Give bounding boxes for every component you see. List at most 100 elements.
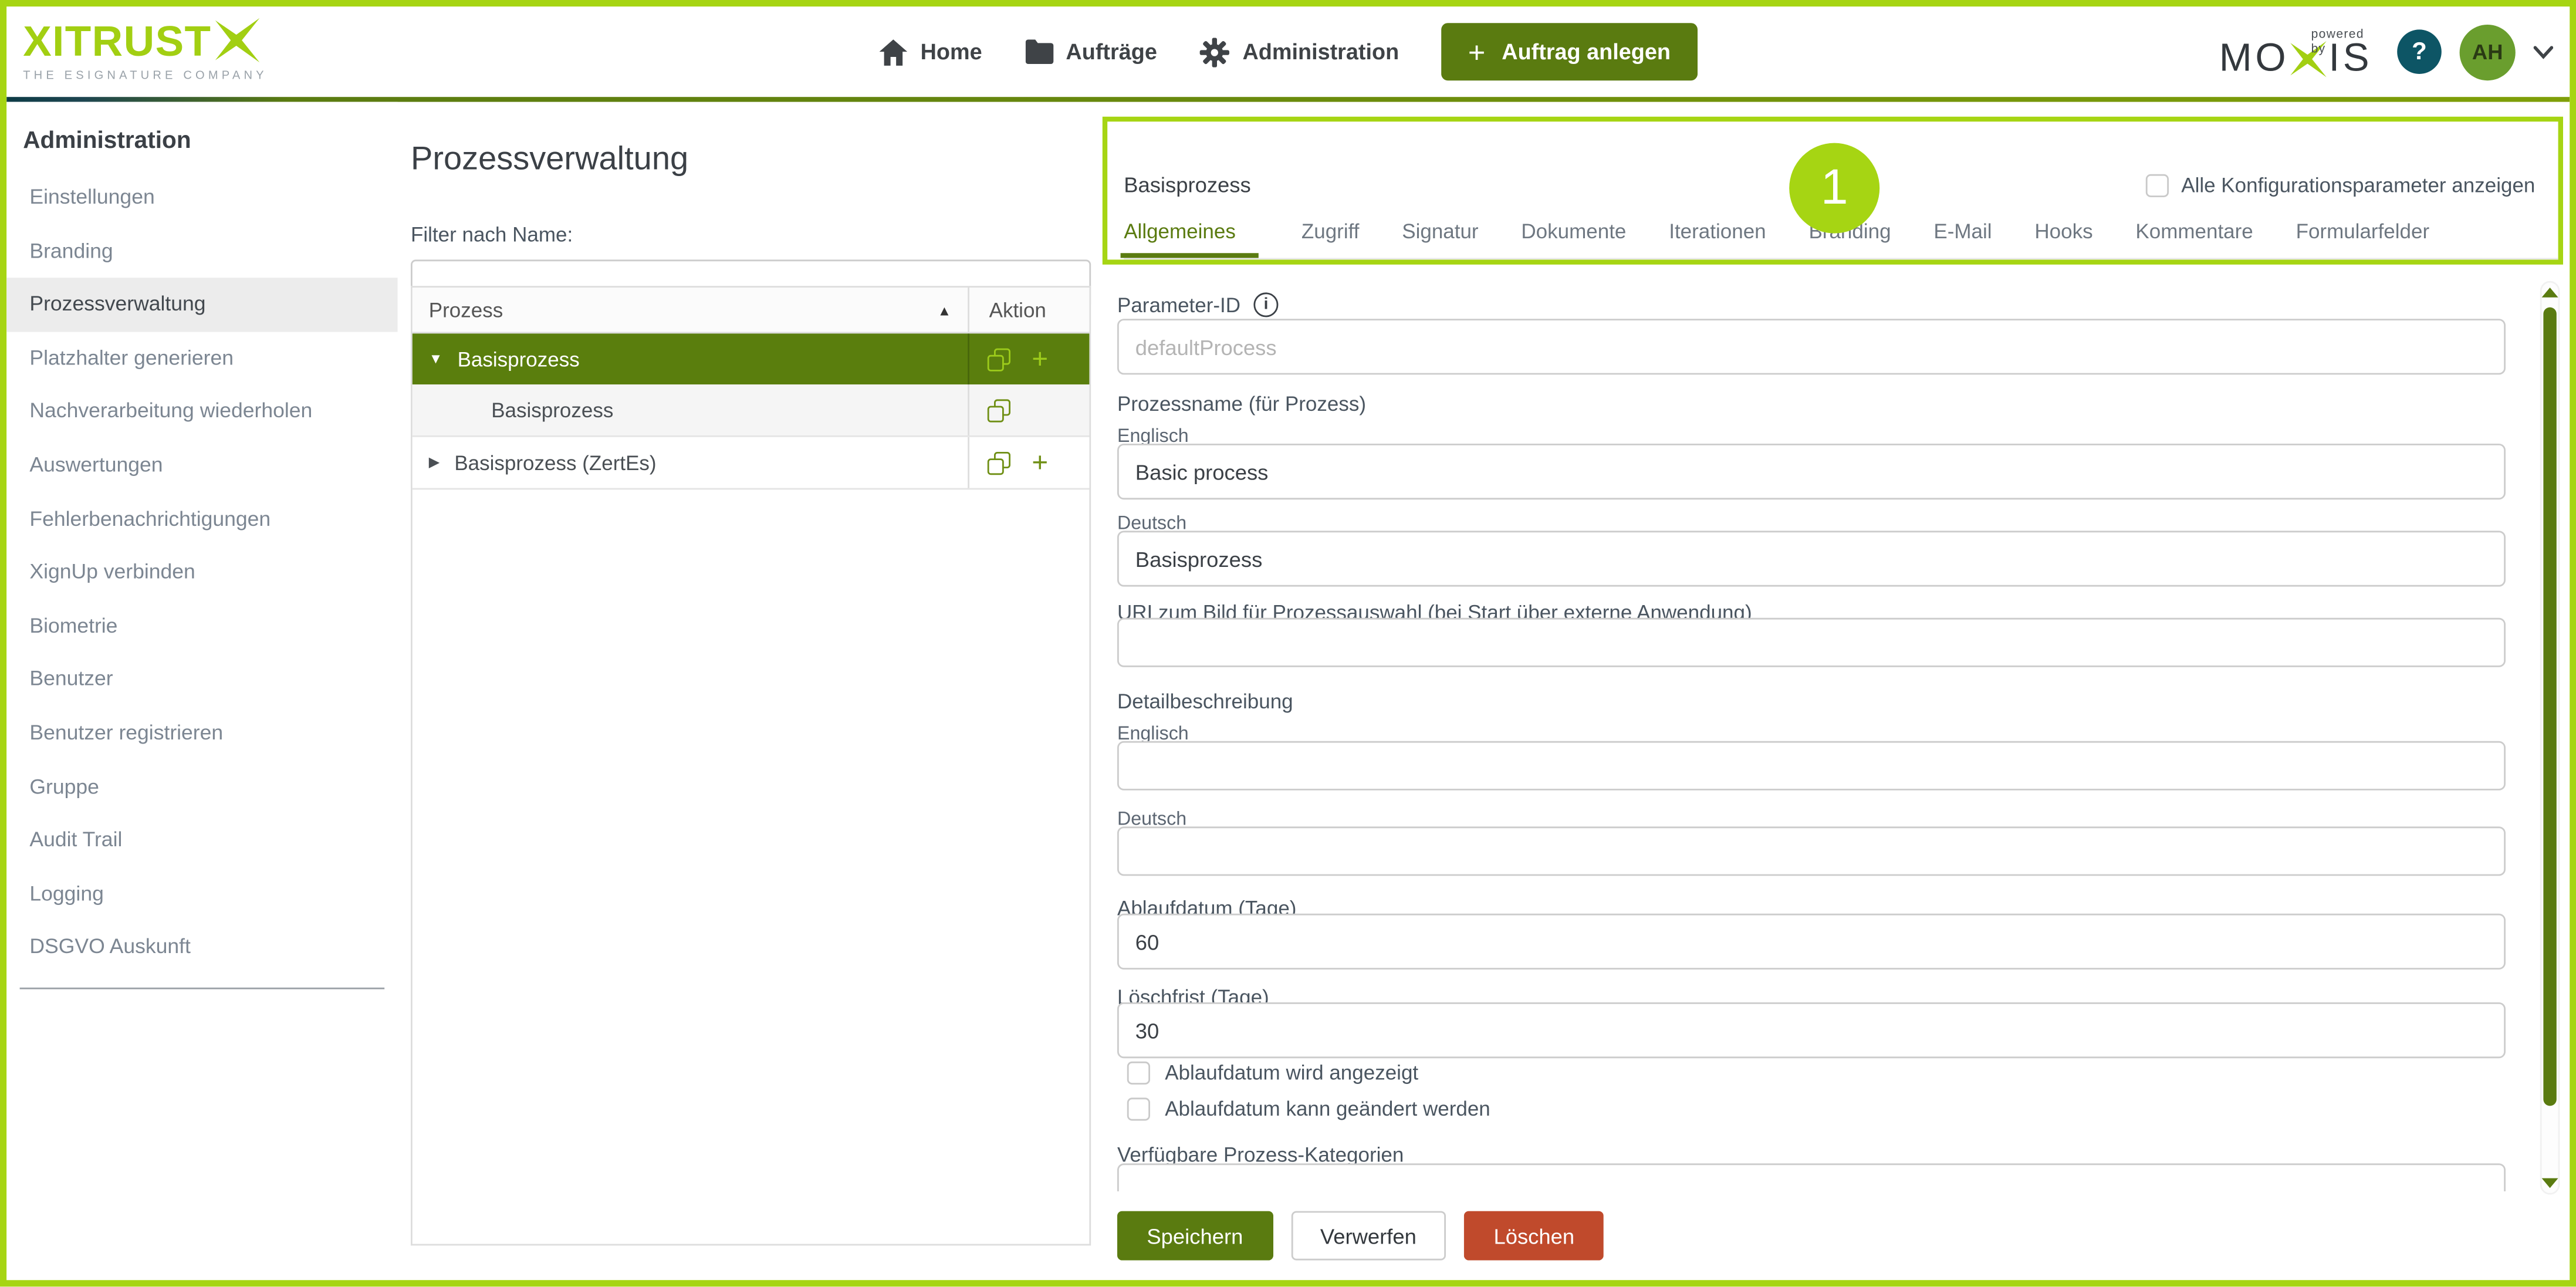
checkbox-label: Ablaufdatum kann geändert werden	[1165, 1097, 1490, 1120]
description-german-input[interactable]	[1117, 826, 2506, 876]
table-row-basisprozess-zertes[interactable]: ▶ Basisprozess (ZertEs) +	[413, 437, 1090, 490]
folder-icon	[1025, 39, 1053, 64]
deletion-days-input[interactable]	[1117, 1002, 2506, 1058]
row-label-cell: Basisprozess	[413, 398, 968, 421]
tab-zugriff[interactable]: Zugriff	[1301, 220, 1360, 258]
sidebar-item-nachverarbeitung-wiederholen[interactable]: Nachverarbeitung wiederholen	[6, 385, 397, 438]
filter-label: Filter nach Name:	[411, 224, 1091, 246]
sidebar-list: Einstellungen Branding Prozessverwaltung…	[6, 171, 397, 974]
tab-allgemeines[interactable]: Allgemeines	[1121, 220, 1259, 258]
sidebar-item-prozessverwaltung[interactable]: Prozessverwaltung	[6, 278, 397, 332]
column-header-label: Prozess	[429, 298, 503, 321]
process-name-german-row: *	[1117, 531, 2506, 586]
form-action-buttons: Speichern Verwerfen Löschen	[1117, 1211, 1604, 1261]
column-header-prozess[interactable]: Prozess ▲	[413, 298, 968, 321]
sidebar-item-biometrie[interactable]: Biometrie	[6, 599, 397, 653]
description-german-row	[1117, 826, 2506, 876]
categories-row	[1117, 1163, 2506, 1191]
tab-signatur[interactable]: Signatur	[1402, 220, 1478, 258]
avatar[interactable]: AH	[2460, 24, 2516, 80]
expiry-days-input[interactable]	[1117, 914, 2506, 970]
tab-formularfelder[interactable]: Formularfelder	[2296, 220, 2430, 258]
tab-kommentare[interactable]: Kommentare	[2135, 220, 2253, 258]
scroll-down-arrow-icon[interactable]	[2542, 1178, 2558, 1188]
app-window: XITRUST THE ESIGNATURE COMPANY Home Auft…	[0, 0, 2576, 1286]
expiry-editable-checkbox[interactable]	[1127, 1097, 1150, 1120]
sidebar-item-audit-trail[interactable]: Audit Trail	[6, 813, 397, 867]
brand-tagline: THE ESIGNATURE COMPANY	[23, 67, 268, 82]
description-english-input[interactable]	[1117, 741, 2506, 791]
image-uri-row	[1117, 618, 2506, 667]
avatar-initials: AH	[2472, 39, 2503, 64]
process-settings-form: Parameter-ID i * Prozessname (für Prozes…	[1117, 289, 2506, 1191]
parameter-id-label: Parameter-ID i	[1117, 292, 2506, 317]
expiry-shown-checkbox[interactable]	[1127, 1062, 1150, 1085]
annotation-number: 1	[1821, 160, 1848, 216]
parameter-id-row: *	[1117, 319, 2506, 374]
sidebar-item-fehlerbenachrichtigungen[interactable]: Fehlerbenachrichtigungen	[6, 492, 397, 546]
sidebar-item-logging[interactable]: Logging	[6, 867, 397, 921]
sidebar-item-einstellungen[interactable]: Einstellungen	[6, 171, 397, 224]
copy-icon[interactable]	[988, 347, 1010, 370]
sidebar-item-auswertungen[interactable]: Auswertungen	[6, 439, 397, 492]
checkbox-label: Ablaufdatum wird angezeigt	[1165, 1062, 1418, 1085]
info-icon[interactable]: i	[1253, 292, 1278, 317]
add-icon[interactable]: +	[1032, 345, 1048, 373]
row-label-cell: ▶ Basisprozess (ZertEs)	[413, 451, 968, 474]
row-action-cell	[968, 384, 1089, 435]
expiry-editable-checkbox-row[interactable]: Ablaufdatum kann geändert werden	[1117, 1097, 2506, 1120]
process-name-english-input[interactable]	[1117, 444, 2506, 499]
parameter-id-input[interactable]	[1117, 319, 2506, 374]
sidebar-item-branding[interactable]: Branding	[6, 224, 397, 278]
caret-collapsed-icon[interactable]: ▶	[429, 455, 440, 469]
sidebar-item-xignup-verbinden[interactable]: XignUp verbinden	[6, 546, 397, 599]
chevron-down-icon[interactable]	[2534, 45, 2554, 58]
nav-item-home[interactable]: Home	[880, 39, 982, 65]
xitrust-logo[interactable]: XITRUST THE ESIGNATURE COMPANY	[23, 18, 268, 82]
show-all-parameters-toggle[interactable]: Alle Konfigurationsparameter anzeigen	[2145, 173, 2536, 196]
plus-icon: +	[1468, 37, 1485, 66]
sort-ascending-icon: ▲	[938, 302, 952, 318]
caret-expanded-icon[interactable]: ▼	[429, 352, 443, 366]
description-label: Detailbeschreibung	[1117, 690, 2506, 713]
process-name-german-input[interactable]	[1117, 531, 2506, 586]
categories-input[interactable]	[1117, 1163, 2506, 1191]
copy-icon[interactable]	[988, 451, 1010, 474]
sidebar-item-benutzer-registrieren[interactable]: Benutzer registrieren	[6, 707, 397, 760]
copy-icon[interactable]	[988, 398, 1010, 421]
expiry-shown-checkbox-row[interactable]: Ablaufdatum wird angezeigt	[1117, 1062, 2506, 1085]
tab-iterationen[interactable]: Iterationen	[1669, 220, 1766, 258]
moxis-text-pre: MO	[2219, 39, 2289, 79]
deletion-days-row	[1117, 1002, 2506, 1058]
help-button[interactable]: ?	[2397, 29, 2442, 74]
table-row-basisprozess-child[interactable]: Basisprozess	[413, 384, 1090, 437]
row-label: Basisprozess	[458, 347, 580, 370]
nav-item-administration[interactable]: Administration	[1200, 37, 1399, 66]
create-order-label: Auftrag anlegen	[1502, 39, 1671, 64]
scroll-up-arrow-icon[interactable]	[2542, 288, 2558, 298]
delete-button[interactable]: Löschen	[1464, 1211, 1604, 1261]
form-scrollbar-track[interactable]	[2540, 281, 2560, 1195]
tab-dokumente[interactable]: Dokumente	[1521, 220, 1626, 258]
add-icon[interactable]: +	[1032, 448, 1048, 477]
sidebar-item-dsgvo-auskunft[interactable]: DSGVO Auskunft	[6, 921, 397, 974]
sidebar-divider	[20, 988, 385, 989]
expiry-days-row	[1117, 914, 2506, 970]
sidebar-item-platzhalter-generieren[interactable]: Platzhalter generieren	[6, 332, 397, 385]
show-all-checkbox[interactable]	[2145, 173, 2168, 196]
field-label: Parameter-ID	[1117, 293, 1240, 316]
nav-item-auftraege[interactable]: Aufträge	[1025, 39, 1157, 64]
form-scrollbar-thumb[interactable]	[2543, 308, 2556, 1106]
discard-button[interactable]: Verwerfen	[1291, 1211, 1446, 1261]
question-mark-icon: ?	[2412, 38, 2427, 66]
row-label: Basisprozess	[491, 398, 613, 421]
save-button[interactable]: Speichern	[1117, 1211, 1273, 1261]
tab-email[interactable]: E-Mail	[1933, 220, 1992, 258]
create-order-button[interactable]: + Auftrag anlegen	[1442, 23, 1697, 80]
sidebar-item-benutzer[interactable]: Benutzer	[6, 653, 397, 707]
image-uri-input[interactable]	[1117, 618, 2506, 667]
brand-text: XITRUST	[23, 19, 211, 62]
table-row-basisprozess[interactable]: ▼ Basisprozess +	[413, 333, 1090, 384]
sidebar-item-gruppe[interactable]: Gruppe	[6, 760, 397, 813]
tab-hooks[interactable]: Hooks	[2034, 220, 2092, 258]
